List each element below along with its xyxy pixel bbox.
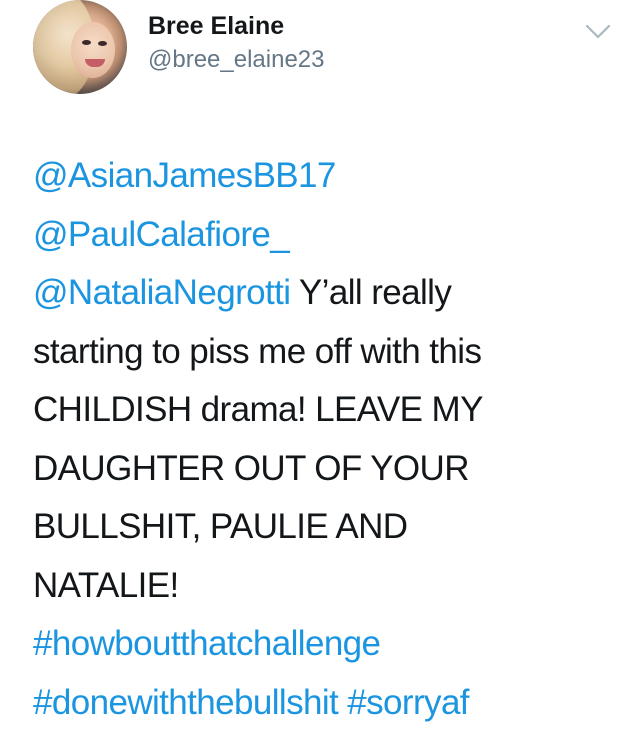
tweet-line-9: #howboutthatchallenge [33,615,623,674]
tweet-line-4: starting to piss me off with this [33,323,623,382]
avatar[interactable] [33,0,127,94]
tweet-line-1: @AsianJamesBB17 [33,147,623,206]
display-name[interactable]: Bree Elaine [148,10,284,42]
hashtag-link[interactable]: #donewiththebullshit [33,683,338,722]
hashtag-link[interactable]: #sorryaf [347,683,469,722]
tweet-line-7: BULLSHIT, PAULIE AND [33,498,623,557]
tweet-text: @AsianJamesBB17 @PaulCalafiore_ @Natalia… [33,147,623,732]
tweet-line-10: #donewiththebullshit #sorryaf [33,674,623,732]
mention-link[interactable]: @NataliaNegrotti [33,273,290,312]
mention-link[interactable]: @AsianJamesBB17 [33,156,336,195]
tweet-line-8: NATALIE! [33,557,623,616]
tweet-text-fragment: Y’all really [290,273,451,312]
tweet-menu-button[interactable] [584,20,612,44]
tweet-line-2: @PaulCalafiore_ [33,206,623,265]
tweet-card: Bree Elaine @bree_elaine23 @AsianJamesBB… [0,0,640,731]
avatar-face [71,22,115,78]
tweet-line-3: @NataliaNegrotti Y’all really [33,264,623,323]
tweet-line-5: CHILDISH drama! LEAVE MY [33,381,623,440]
tweet-line-6: DAUGHTER OUT OF YOUR [33,440,623,499]
mention-link[interactable]: @PaulCalafiore_ [33,215,289,254]
avatar-eye-left [82,40,91,45]
user-handle[interactable]: @bree_elaine23 [148,44,325,76]
chevron-down-icon [584,20,612,44]
avatar-eye-right [98,41,107,46]
hashtag-link[interactable]: #howboutthatchallenge [33,624,380,663]
